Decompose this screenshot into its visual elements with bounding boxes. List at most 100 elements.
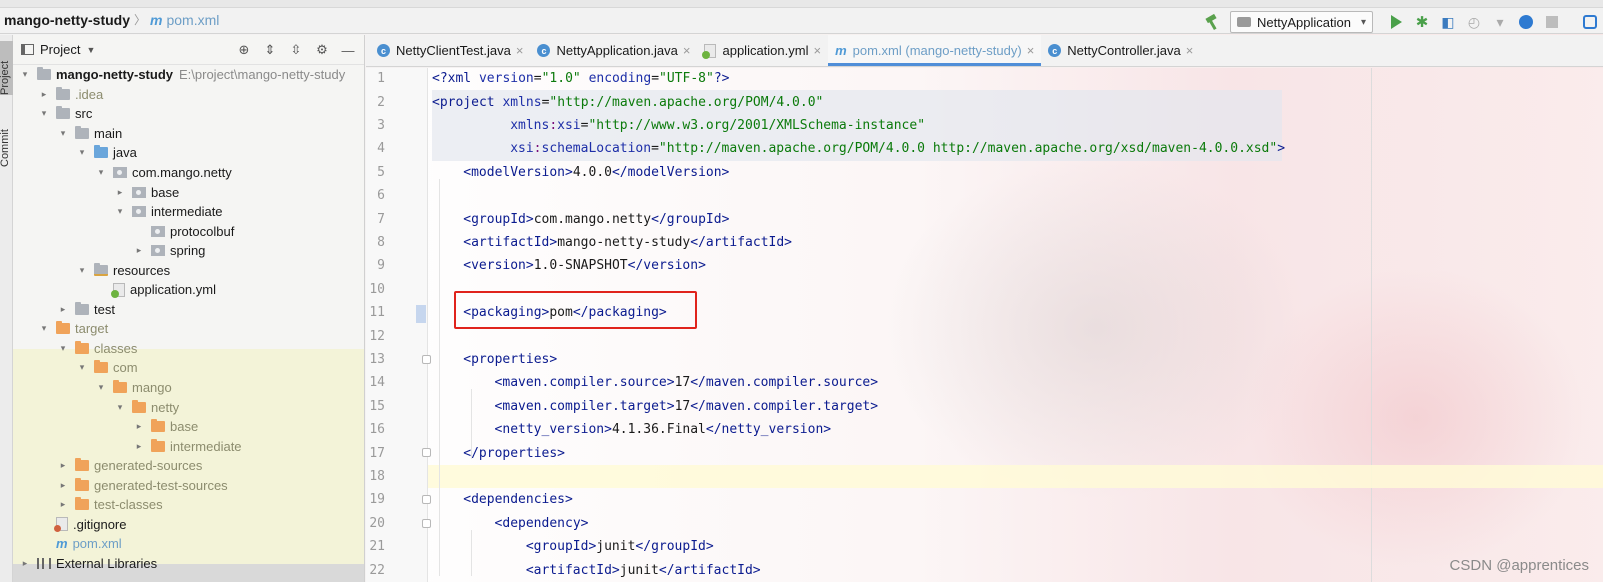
chevron-down-icon[interactable]: ▾ [57, 128, 69, 139]
tree-item[interactable]: ▾ netty [13, 397, 364, 417]
editor-tab[interactable]: m pom.xml (mango-netty-study) × [828, 35, 1042, 66]
chevron-down-icon[interactable]: ▾ [19, 69, 31, 80]
chevron-down-icon[interactable]: ▾ [57, 343, 69, 354]
tree-item[interactable]: ▾ mango-netty-study E:\project\mango-netty… [13, 65, 364, 85]
code-line[interactable]: 13 <properties> [366, 348, 1603, 371]
close-icon[interactable]: × [683, 43, 691, 58]
tree-item[interactable]: ▸ base [13, 417, 364, 437]
code-line[interactable]: 9 <version>1.0-SNAPSHOT</version> [366, 254, 1603, 277]
search-icon[interactable] [1581, 13, 1599, 31]
fold-marker-icon[interactable] [422, 518, 431, 528]
chevron-down-icon[interactable]: ▾ [76, 265, 88, 276]
code-line[interactable]: 6 [366, 184, 1603, 207]
code-line[interactable]: 2 <project xmlns="http://maven.apache.org… [366, 90, 1603, 113]
tree-item[interactable]: ▾ mango [13, 378, 364, 398]
stripe-tab-commit[interactable]: Commit [0, 115, 13, 167]
tree-item[interactable]: application.yml [13, 280, 364, 300]
tree-item[interactable]: ▸ base [13, 182, 364, 202]
code-line[interactable]: 17 </properties> [366, 441, 1603, 464]
chevron-right-icon[interactable]: ▸ [133, 245, 145, 256]
run-icon[interactable] [1387, 13, 1405, 31]
project-panel-title[interactable]: Project [40, 42, 80, 57]
code-line[interactable]: 19 <dependencies> [366, 488, 1603, 511]
coverage-icon[interactable]: ◧ [1439, 13, 1457, 31]
code-line[interactable]: 7 <groupId>com.mango.netty</groupId> [366, 207, 1603, 230]
code-line[interactable]: 8 <artifactId>mango-netty-study</artifact… [366, 231, 1603, 254]
tree-item[interactable]: ▾ main [13, 124, 364, 144]
tree-item[interactable]: ▸ generated-test-sources [13, 475, 364, 495]
chevron-down-icon[interactable]: ▾ [38, 323, 50, 334]
tree-item[interactable]: ▸ test-classes [13, 495, 364, 515]
tree-item[interactable]: ▾ com.mango.netty [13, 163, 364, 183]
tree-item[interactable]: ▾ resources [13, 260, 364, 280]
code-line[interactable]: 14 <maven.compiler.source>17</maven.compi… [366, 371, 1603, 394]
chevron-down-icon[interactable]: ▾ [95, 167, 107, 178]
code-line[interactable]: 18 [366, 465, 1603, 488]
fold-marker-icon[interactable] [422, 448, 431, 458]
code-line[interactable]: 16 <netty_version>4.1.36.Final</netty_ver… [366, 418, 1603, 441]
expand-all-icon[interactable]: ⇕ [262, 42, 278, 58]
chevron-right-icon[interactable]: ▸ [57, 499, 69, 510]
close-icon[interactable]: × [1186, 43, 1194, 58]
tree-item[interactable]: ▸ generated-sources [13, 456, 364, 476]
tree-item[interactable]: ▸ External Libraries [13, 554, 364, 574]
chevron-down-icon[interactable]: ▾ [114, 402, 126, 413]
stop-icon[interactable] [1543, 13, 1561, 31]
chevron-right-icon[interactable]: ▸ [133, 421, 145, 432]
chevron-right-icon[interactable]: ▸ [57, 460, 69, 471]
fold-marker-icon[interactable] [422, 354, 431, 364]
tree-item[interactable]: ▸ .idea [13, 85, 364, 105]
chevron-right-icon[interactable]: ▸ [57, 304, 69, 315]
close-icon[interactable]: × [1027, 43, 1035, 58]
chevron-down-icon[interactable]: ▼ [86, 45, 95, 55]
chevron-down-icon[interactable]: ▾ [38, 108, 50, 119]
chevron-down-icon[interactable]: ▾ [95, 382, 107, 393]
fold-marker-icon[interactable] [422, 495, 431, 505]
editor-tab[interactable]: c NettyController.java × [1041, 35, 1200, 66]
debug-icon[interactable]: ✱ [1413, 13, 1431, 31]
code-line[interactable]: 1 <?xml version="1.0" encoding="UTF-8"?> [366, 68, 1603, 90]
tree-item[interactable]: m pom.xml [13, 534, 364, 554]
code-line[interactable]: 3 xmlns:xsi="http://www.w3.org/2001/XMLSc… [366, 114, 1603, 137]
tree-item[interactable]: ▾ target [13, 319, 364, 339]
locate-icon[interactable]: ⊕ [236, 42, 252, 58]
hide-icon[interactable]: — [340, 42, 356, 58]
chevron-right-icon[interactable]: ▸ [57, 480, 69, 491]
code-line[interactable]: 21 <groupId>junit</groupId> [366, 535, 1603, 558]
code-line[interactable]: 15 <maven.compiler.target>17</maven.compi… [366, 395, 1603, 418]
tree-item[interactable]: protocolbuf [13, 221, 364, 241]
code-line[interactable]: 20 <dependency> [366, 512, 1603, 535]
tree-item[interactable]: ▸ intermediate [13, 436, 364, 456]
tree-item[interactable]: ▾ classes [13, 339, 364, 359]
close-icon[interactable]: × [813, 43, 821, 58]
chevron-down-icon[interactable]: ▾ [114, 206, 126, 217]
chevron-right-icon[interactable]: ▸ [38, 89, 50, 100]
tree-item[interactable]: .gitignore [13, 515, 364, 535]
editor-tab[interactable]: c NettyApplication.java × [530, 35, 697, 66]
hammer-icon[interactable] [1204, 14, 1220, 30]
code-line[interactable]: 5 <modelVersion>4.0.0</modelVersion> [366, 161, 1603, 184]
code-line[interactable]: 22 <artifactId>junit</artifactId> [366, 558, 1603, 581]
chevron-right-icon[interactable]: ▸ [133, 441, 145, 452]
update-icon[interactable] [1517, 13, 1535, 31]
close-icon[interactable]: × [516, 43, 524, 58]
code-line[interactable]: 4 xsi:schemaLocation="http://maven.apache… [366, 137, 1603, 160]
chevron-right-icon[interactable]: ▸ [114, 187, 126, 198]
tree-item[interactable]: ▸ spring [13, 241, 364, 261]
editor-tab[interactable]: c NettyClientTest.java × [370, 35, 530, 66]
chevron-right-icon[interactable]: ▸ [19, 558, 31, 569]
tree-item[interactable]: ▾ java [13, 143, 364, 163]
breadcrumb-project[interactable]: mango-netty-study [4, 12, 130, 28]
profile-icon[interactable]: ◴ [1465, 13, 1483, 31]
tree-item[interactable]: ▾ intermediate [13, 202, 364, 222]
chevron-down-icon[interactable]: ▾ [76, 362, 88, 373]
tree-item[interactable]: ▾ src [13, 104, 364, 124]
tree-item[interactable]: ▾ com [13, 358, 364, 378]
chevron-down-icon[interactable]: ▾ [76, 147, 88, 158]
run-configuration-select[interactable]: NettyApplication ▾ [1230, 11, 1373, 33]
stripe-tab-project[interactable]: Project [0, 41, 13, 95]
breadcrumb-file[interactable]: pom.xml [166, 12, 219, 28]
tree-item[interactable]: ▸ test [13, 300, 364, 320]
editor-tab[interactable]: application.yml × [697, 35, 828, 66]
collapse-all-icon[interactable]: ⇳ [288, 42, 304, 58]
